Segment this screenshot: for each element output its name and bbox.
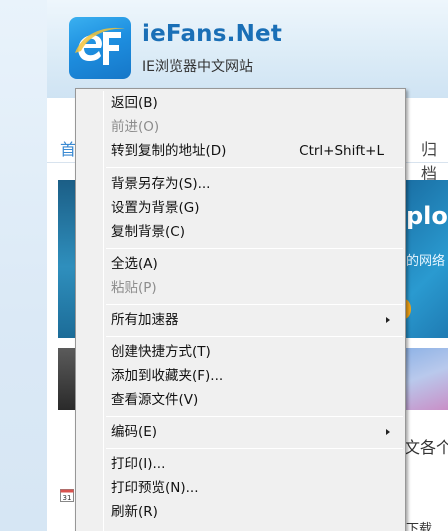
menu-item-forward[interactable]: 前进(O) bbox=[78, 115, 403, 139]
menu-item-print[interactable]: 打印(I)... bbox=[78, 452, 403, 476]
menu-separator bbox=[106, 448, 403, 449]
menu-item-label: 前进(O) bbox=[111, 119, 160, 135]
menu-item-all-accelerators[interactable]: 所有加速器 bbox=[78, 308, 403, 332]
download-link[interactable]: 下载 bbox=[406, 518, 432, 531]
menu-item-go-to-copied-address[interactable]: 转到复制的地址(D) Ctrl+Shift+L bbox=[78, 139, 403, 163]
site-logo-icon[interactable] bbox=[69, 17, 131, 79]
article-snippet: 文各个 bbox=[404, 438, 448, 457]
browser-page: ieFans.Net IE浏览器中文网站 首 归档 plore 的网络 文各个 … bbox=[0, 0, 448, 531]
site-subtitle: IE浏览器中文网站 bbox=[142, 59, 253, 75]
menu-item-label: 添加到收藏夹(F)... bbox=[111, 368, 224, 384]
menu-separator bbox=[106, 248, 403, 249]
menu-item-add-to-favorites[interactable]: 添加到收藏夹(F)... bbox=[78, 364, 403, 388]
menu-item-label: 刷新(R) bbox=[111, 504, 158, 520]
menu-item-label: 打印预览(N)... bbox=[111, 480, 199, 496]
banner-heading: plore bbox=[406, 202, 448, 230]
submenu-arrow-icon bbox=[386, 429, 390, 435]
banner-image-right[interactable]: plore 的网络 bbox=[405, 180, 448, 338]
nav-archive-link[interactable]: 归档 bbox=[421, 136, 448, 184]
menu-item-paste[interactable]: 粘贴(P) bbox=[78, 276, 403, 300]
menu-item-label: 打印(I)... bbox=[111, 456, 166, 472]
menu-item-copy-background[interactable]: 复制背景(C) bbox=[78, 220, 403, 244]
menu-item-label: 所有加速器 bbox=[111, 312, 179, 328]
menu-item-label: 查看源文件(V) bbox=[111, 392, 199, 408]
menu-item-select-all[interactable]: 全选(A) bbox=[78, 252, 403, 276]
menu-separator bbox=[106, 416, 403, 417]
menu-item-label: 编码(E) bbox=[111, 424, 158, 440]
menu-item-label: 设置为背景(G) bbox=[111, 200, 200, 216]
menu-item-encoding[interactable]: 编码(E) bbox=[78, 420, 403, 444]
site-title[interactable]: ieFans.Net bbox=[142, 21, 282, 47]
menu-item-label: 复制背景(C) bbox=[111, 224, 185, 240]
menu-item-print-preview[interactable]: 打印预览(N)... bbox=[78, 476, 403, 500]
menu-item-set-as-background[interactable]: 设置为背景(G) bbox=[78, 196, 403, 220]
menu-item-label: 转到复制的地址(D) bbox=[111, 143, 227, 159]
banner-image-left[interactable] bbox=[58, 180, 76, 338]
submenu-arrow-icon bbox=[386, 317, 390, 323]
article-thumbnail-right[interactable] bbox=[405, 348, 448, 410]
menu-item-view-source[interactable]: 查看源文件(V) bbox=[78, 388, 403, 412]
menu-item-refresh[interactable]: 刷新(R) bbox=[78, 500, 403, 524]
menu-item-label: 全选(A) bbox=[111, 256, 158, 272]
menu-item-label: 创建快捷方式(T) bbox=[111, 344, 211, 360]
calendar-icon: 31 bbox=[60, 489, 74, 502]
menu-separator bbox=[106, 167, 403, 168]
menu-separator bbox=[106, 336, 403, 337]
banner-caption: 的网络 bbox=[406, 254, 446, 269]
menu-item-label: 粘贴(P) bbox=[111, 280, 157, 296]
context-menu: 返回(B) 前进(O) 转到复制的地址(D) Ctrl+Shift+L 背景另存… bbox=[75, 88, 406, 531]
svg-text:31: 31 bbox=[63, 494, 72, 502]
article-thumbnail-left[interactable] bbox=[58, 348, 76, 410]
nav-home-link[interactable]: 首 bbox=[60, 136, 76, 160]
menu-item-shortcut: Ctrl+Shift+L bbox=[299, 143, 384, 159]
menu-item-save-background-as[interactable]: 背景另存为(S)... bbox=[78, 172, 403, 196]
menu-item-label: 返回(B) bbox=[111, 95, 158, 111]
menu-separator bbox=[106, 304, 403, 305]
page-left-margin bbox=[0, 0, 47, 531]
menu-item-create-shortcut[interactable]: 创建快捷方式(T) bbox=[78, 340, 403, 364]
menu-item-back[interactable]: 返回(B) bbox=[78, 91, 403, 115]
site-header bbox=[0, 0, 448, 98]
menu-item-label: 背景另存为(S)... bbox=[111, 176, 211, 192]
